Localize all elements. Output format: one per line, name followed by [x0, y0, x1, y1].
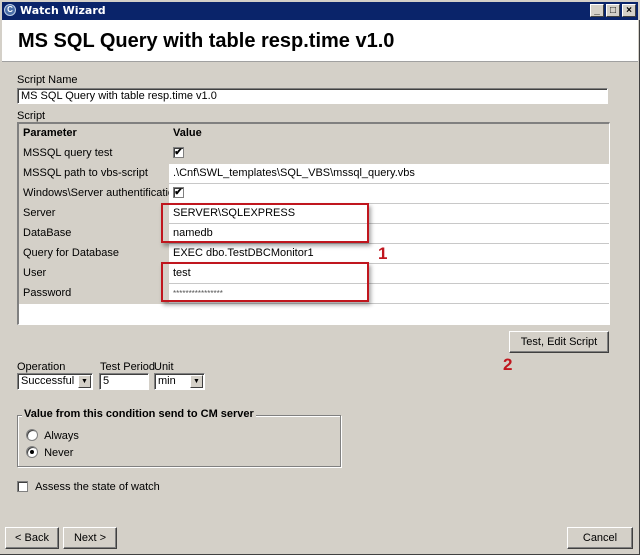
windows-auth-checkbox[interactable]: ✔ [173, 186, 184, 198]
column-header-parameter: Parameter [19, 124, 169, 144]
column-header-value: Value [169, 124, 609, 144]
radio-button[interactable] [26, 429, 38, 442]
maximize-button[interactable]: □ [606, 4, 620, 17]
annotation-marker-1: 1 [378, 244, 388, 263]
param-name: Query for Database [19, 244, 169, 264]
operation-select[interactable]: Successful ▼ [17, 373, 93, 390]
table-row: MSSQL query test ✔ [19, 144, 609, 164]
query-field[interactable]: EXEC dbo.TestDBCMonitor1 [169, 244, 609, 264]
mssql-query-test-checkbox[interactable]: ✔ [173, 146, 184, 158]
unit-label: Unit [154, 361, 174, 373]
title-bar[interactable]: C Watch Wizard _ □ × [0, 0, 640, 20]
script-name-input[interactable]: MS SQL Query with table resp.time v1.0 [17, 88, 608, 104]
table-row: Server SERVER\SQLEXPRESS [19, 204, 609, 224]
password-field[interactable]: **************** [169, 284, 609, 304]
param-name: Windows\Server authentification [19, 184, 169, 204]
unit-select[interactable]: min ▼ [154, 373, 205, 390]
radio-always[interactable]: Always [26, 429, 79, 442]
table-row: DataBase namedb [19, 224, 609, 244]
param-name: MSSQL query test [19, 144, 169, 164]
operation-label: Operation [17, 361, 66, 373]
test-period-input[interactable]: 5 [99, 373, 149, 390]
close-button[interactable]: × [622, 4, 636, 17]
database-field[interactable]: namedb [169, 224, 609, 244]
send-to-cm-server-group: Value from this condition send to CM ser… [17, 408, 341, 467]
script-label: Script [17, 110, 46, 122]
window-title: Watch Wizard [20, 4, 106, 17]
minimize-button[interactable]: _ [590, 4, 604, 17]
assess-state-checkbox[interactable] [17, 480, 28, 492]
back-button[interactable]: < Back [5, 527, 59, 549]
param-name: User [19, 264, 169, 284]
param-name: Password [19, 284, 169, 304]
operation-value: Successful [21, 375, 75, 387]
test-period-label: Test Period [100, 361, 156, 373]
chevron-down-icon[interactable]: ▼ [78, 375, 91, 388]
table-row: MSSQL path to vbs-script .\Cnf\SWL_templ… [19, 164, 609, 184]
table-row: Password **************** [19, 284, 609, 304]
param-name: DataBase [19, 224, 169, 244]
watch-wizard-window: C Watch Wizard _ □ × MS SQL Query with t… [0, 0, 640, 555]
param-value: ✔ [169, 144, 609, 164]
radio-button[interactable] [26, 446, 38, 459]
next-button[interactable]: Next > [63, 527, 117, 549]
wizard-header: MS SQL Query with table resp.time v1.0 [2, 20, 638, 62]
assess-state-label: Assess the state of watch [35, 481, 160, 493]
param-name: Server [19, 204, 169, 224]
unit-value: min [158, 375, 176, 387]
table-row: User test [19, 264, 609, 284]
group-legend: Value from this condition send to CM ser… [22, 408, 256, 420]
user-field[interactable]: test [169, 264, 609, 284]
param-value: ✔ [169, 184, 609, 204]
script-name-label: Script Name [17, 74, 78, 86]
radio-never[interactable]: Never [26, 446, 74, 459]
annotation-marker-2: 2 [503, 355, 513, 374]
table-row: Windows\Server authentification ✔ [19, 184, 609, 204]
script-parameter-grid: Parameter Value MSSQL query test ✔ MSSQL… [17, 122, 610, 325]
table-row: Query for Database EXEC dbo.TestDBCMonit… [19, 244, 609, 264]
app-icon: C [4, 4, 16, 16]
param-name: MSSQL path to vbs-script [19, 164, 169, 184]
chevron-down-icon[interactable]: ▼ [190, 375, 203, 388]
assess-state-checkbox-row[interactable]: Assess the state of watch [17, 480, 160, 493]
radio-label: Never [44, 447, 74, 459]
radio-label: Always [44, 430, 79, 442]
test-edit-script-button[interactable]: Test, Edit Script [509, 331, 609, 353]
page-title: MS SQL Query with table resp.time v1.0 [18, 30, 395, 52]
grid-header-row: Parameter Value [19, 124, 609, 144]
vbs-path-field[interactable]: .\Cnf\SWL_templates\SQL_VBS\mssql_query.… [169, 164, 609, 184]
cancel-button[interactable]: Cancel [567, 527, 633, 549]
server-field[interactable]: SERVER\SQLEXPRESS [169, 204, 609, 224]
